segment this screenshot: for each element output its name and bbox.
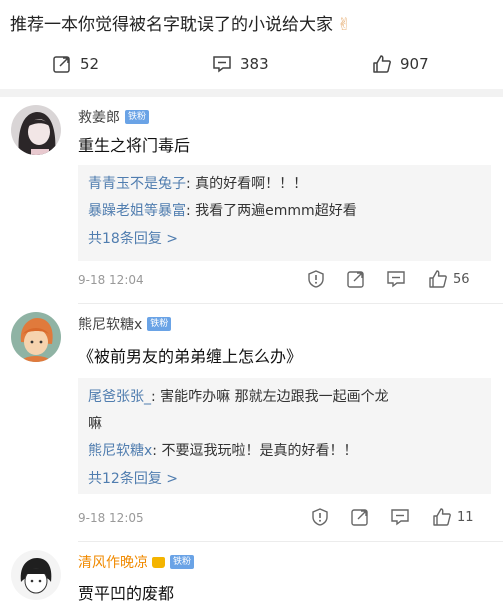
repost-count: 52: [80, 55, 100, 73]
reply-box[interactable]: 青青玉不是兔子: 真的好看啊！！！ 暴躁老姐等暴富: 我看了两遍emmm超好看 …: [78, 165, 491, 261]
fan-badge: 铁粉: [125, 110, 150, 124]
reply-text: 害能咋办嘛 那就左边跟我一起画个龙: [160, 389, 389, 405]
fan-badge: 铁粉: [147, 317, 172, 331]
reply-item: 青青玉不是兔子: 真的好看啊！！！: [88, 176, 308, 192]
repost-button[interactable]: [350, 507, 370, 527]
comment-username[interactable]: 熊尼软糖x 铁粉: [78, 314, 172, 334]
comment-icon: [391, 509, 409, 526]
more-replies-link[interactable]: 共18条回复 >: [88, 225, 481, 253]
avatar[interactable]: [11, 105, 61, 155]
reply-username[interactable]: 青青玉不是兔子: [88, 176, 186, 192]
comment-meta: 9-18 12:04 56: [78, 269, 488, 293]
comment-time: 9-18 12:04: [78, 273, 144, 287]
section-separator: [0, 89, 503, 97]
comment-meta: 9-18 12:05 11: [78, 507, 488, 531]
report-icon: [308, 270, 324, 288]
post-stats-bar: 52 383 907: [0, 54, 503, 80]
comment-time: 9-18 12:05: [78, 511, 144, 525]
report-icon: [312, 508, 328, 526]
post-title: 推荐一本你觉得被名字耽误了的小说给大家 ✌: [10, 10, 351, 35]
vip-crown-icon: [152, 556, 165, 568]
report-button[interactable]: [310, 507, 330, 527]
comment-item: 清风作晚凉 铁粉 贾平凹的废都: [0, 542, 503, 612]
reply-item: 熊尼软糖x: 不要逗我玩啦！是真的好看！！: [88, 443, 358, 459]
repost-icon: [351, 509, 368, 526]
thumbs-up-icon: [433, 508, 451, 526]
report-button[interactable]: [306, 269, 326, 289]
comment-text: 重生之将门毒后: [78, 136, 191, 155]
comment-icon: [387, 271, 405, 288]
reply-username[interactable]: 暴躁老姐等暴富: [88, 203, 186, 219]
like-button[interactable]: 56: [428, 269, 470, 289]
reply-text: 不要逗我玩啦！是真的好看！！: [161, 443, 358, 459]
comment-button[interactable]: 383: [212, 54, 269, 74]
like-count: 907: [400, 55, 429, 73]
thumbs-up-icon: [429, 270, 447, 288]
comment-text: 《被前男友的弟弟缠上怎么办》: [78, 347, 303, 366]
comment-text: 贾平凹的废都: [78, 584, 175, 603]
reply-box[interactable]: 尾爸张张_: 害能咋办嘛 那就左边跟我一起画个龙嘛 熊尼软糖x: 不要逗我玩啦！…: [78, 378, 491, 494]
comment-username[interactable]: 清风作晚凉 铁粉: [78, 552, 195, 572]
comment-icon: [213, 56, 231, 73]
repost-icon: [347, 271, 364, 288]
reply-text-continued: 嘛: [88, 416, 102, 432]
post-title-text: 推荐一本你觉得被名字耽误了的小说给大家: [10, 15, 333, 35]
thumbs-up-icon: [373, 55, 391, 73]
comment-username[interactable]: 救姜郎 铁粉: [78, 107, 150, 127]
reply-text: 我看了两遍emmm超好看: [195, 203, 357, 219]
reply-text: 真的好看啊！！！: [195, 176, 308, 192]
comment-button[interactable]: [390, 507, 410, 527]
more-replies-link[interactable]: 共12条回复 >: [88, 465, 481, 493]
victory-hand-emoji: ✌: [337, 15, 352, 35]
reply-item: 暴躁老姐等暴富: 我看了两遍emmm超好看: [88, 203, 357, 219]
like-button[interactable]: 907: [372, 54, 429, 74]
fan-badge: 铁粉: [170, 555, 195, 569]
comment-count: 383: [240, 55, 269, 73]
repost-icon: [53, 56, 70, 73]
avatar[interactable]: [11, 312, 61, 362]
reply-item: 尾爸张张_: 害能咋办嘛 那就左边跟我一起画个龙嘛: [88, 389, 389, 432]
like-count: 11: [457, 509, 474, 525]
reply-username[interactable]: 熊尼软糖x: [88, 443, 152, 459]
like-count: 56: [453, 271, 470, 287]
comment-item: 救姜郎 铁粉 重生之将门毒后 青青玉不是兔子: 真的好看啊！！！ 暴躁老姐等暴富:…: [0, 97, 503, 302]
avatar[interactable]: [11, 550, 61, 600]
comment-item: 熊尼软糖x 铁粉 《被前男友的弟弟缠上怎么办》 尾爸张张_: 害能咋办嘛 那就左边…: [0, 304, 503, 540]
repost-button[interactable]: [346, 269, 366, 289]
comment-button[interactable]: [386, 269, 406, 289]
reply-username[interactable]: 尾爸张张_: [88, 389, 151, 405]
repost-button[interactable]: 52: [52, 54, 99, 74]
like-button[interactable]: 11: [432, 507, 474, 527]
